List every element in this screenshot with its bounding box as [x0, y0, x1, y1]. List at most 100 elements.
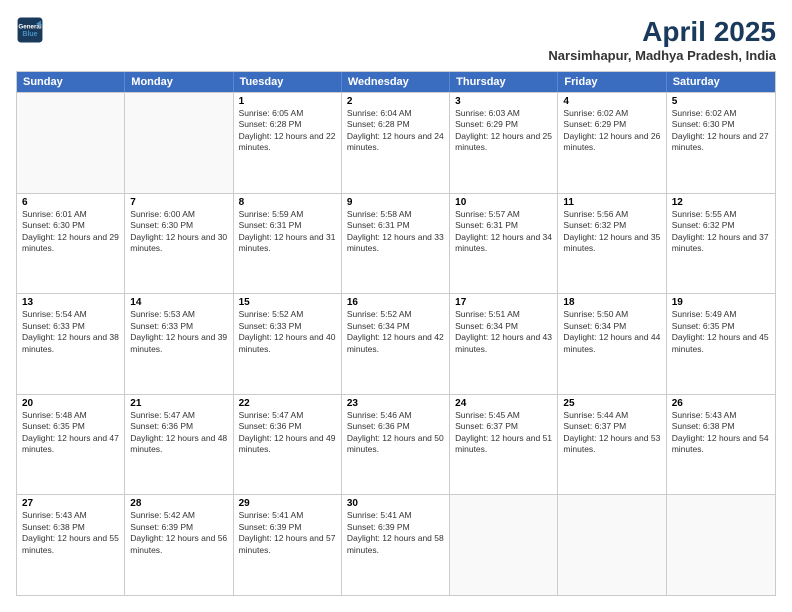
calendar-cell: 18Sunrise: 5:50 AMSunset: 6:34 PMDayligh… [558, 294, 666, 394]
cell-info: Sunset: 6:32 PM [672, 220, 770, 231]
cell-info: Sunrise: 5:43 AM [22, 510, 119, 521]
calendar-cell: 2Sunrise: 6:04 AMSunset: 6:28 PMDaylight… [342, 93, 450, 193]
calendar-cell: 7Sunrise: 6:00 AMSunset: 6:30 PMDaylight… [125, 194, 233, 294]
calendar-cell [125, 93, 233, 193]
calendar-cell: 28Sunrise: 5:42 AMSunset: 6:39 PMDayligh… [125, 495, 233, 595]
cell-info: Daylight: 12 hours and 35 minutes. [563, 232, 660, 255]
title-block: April 2025 Narsimhapur, Madhya Pradesh, … [548, 16, 776, 63]
calendar-cell: 21Sunrise: 5:47 AMSunset: 6:36 PMDayligh… [125, 395, 233, 495]
calendar-cell [667, 495, 775, 595]
cell-info: Sunrise: 5:52 AM [239, 309, 336, 320]
location: Narsimhapur, Madhya Pradesh, India [548, 48, 776, 63]
cell-info: Daylight: 12 hours and 24 minutes. [347, 131, 444, 154]
calendar-cell: 16Sunrise: 5:52 AMSunset: 6:34 PMDayligh… [342, 294, 450, 394]
cell-info: Daylight: 12 hours and 43 minutes. [455, 332, 552, 355]
calendar-cell: 22Sunrise: 5:47 AMSunset: 6:36 PMDayligh… [234, 395, 342, 495]
calendar-cell: 13Sunrise: 5:54 AMSunset: 6:33 PMDayligh… [17, 294, 125, 394]
calendar-week-2: 6Sunrise: 6:01 AMSunset: 6:30 PMDaylight… [17, 193, 775, 294]
calendar-cell: 8Sunrise: 5:59 AMSunset: 6:31 PMDaylight… [234, 194, 342, 294]
cell-info: Daylight: 12 hours and 45 minutes. [672, 332, 770, 355]
header: General Blue April 2025 Narsimhapur, Mad… [16, 16, 776, 63]
cell-info: Sunrise: 6:02 AM [563, 108, 660, 119]
calendar-cell: 10Sunrise: 5:57 AMSunset: 6:31 PMDayligh… [450, 194, 558, 294]
cell-info: Sunrise: 5:59 AM [239, 209, 336, 220]
day-number: 24 [455, 398, 552, 409]
cell-info: Daylight: 12 hours and 34 minutes. [455, 232, 552, 255]
day-number: 12 [672, 197, 770, 208]
cell-info: Sunset: 6:37 PM [563, 421, 660, 432]
cell-info: Sunset: 6:30 PM [672, 119, 770, 130]
calendar-week-1: 1Sunrise: 6:05 AMSunset: 6:28 PMDaylight… [17, 92, 775, 193]
cell-info: Sunset: 6:34 PM [455, 321, 552, 332]
cell-info: Sunrise: 5:47 AM [130, 410, 227, 421]
cell-info: Sunrise: 6:04 AM [347, 108, 444, 119]
cell-info: Daylight: 12 hours and 26 minutes. [563, 131, 660, 154]
cell-info: Daylight: 12 hours and 29 minutes. [22, 232, 119, 255]
cell-info: Sunrise: 5:51 AM [455, 309, 552, 320]
cell-info: Sunset: 6:34 PM [563, 321, 660, 332]
calendar-cell: 12Sunrise: 5:55 AMSunset: 6:32 PMDayligh… [667, 194, 775, 294]
day-number: 30 [347, 498, 444, 509]
day-number: 29 [239, 498, 336, 509]
calendar-cell: 1Sunrise: 6:05 AMSunset: 6:28 PMDaylight… [234, 93, 342, 193]
cell-info: Daylight: 12 hours and 30 minutes. [130, 232, 227, 255]
cell-info: Daylight: 12 hours and 53 minutes. [563, 433, 660, 456]
cell-info: Sunset: 6:31 PM [455, 220, 552, 231]
cell-info: Sunset: 6:38 PM [672, 421, 770, 432]
cell-info: Sunset: 6:31 PM [239, 220, 336, 231]
cell-info: Daylight: 12 hours and 25 minutes. [455, 131, 552, 154]
cell-info: Sunset: 6:37 PM [455, 421, 552, 432]
cell-info: Sunrise: 6:05 AM [239, 108, 336, 119]
cell-info: Sunset: 6:36 PM [130, 421, 227, 432]
calendar-cell: 23Sunrise: 5:46 AMSunset: 6:36 PMDayligh… [342, 395, 450, 495]
cell-info: Daylight: 12 hours and 50 minutes. [347, 433, 444, 456]
calendar-cell: 30Sunrise: 5:41 AMSunset: 6:39 PMDayligh… [342, 495, 450, 595]
calendar-cell: 4Sunrise: 6:02 AMSunset: 6:29 PMDaylight… [558, 93, 666, 193]
day-number: 15 [239, 297, 336, 308]
calendar-cell: 27Sunrise: 5:43 AMSunset: 6:38 PMDayligh… [17, 495, 125, 595]
calendar: SundayMondayTuesdayWednesdayThursdayFrid… [16, 71, 776, 596]
day-number: 23 [347, 398, 444, 409]
calendar-cell: 11Sunrise: 5:56 AMSunset: 6:32 PMDayligh… [558, 194, 666, 294]
cell-info: Sunrise: 5:43 AM [672, 410, 770, 421]
cell-info: Daylight: 12 hours and 27 minutes. [672, 131, 770, 154]
cell-info: Sunset: 6:30 PM [130, 220, 227, 231]
calendar-header-row: SundayMondayTuesdayWednesdayThursdayFrid… [17, 72, 775, 92]
cell-info: Sunset: 6:39 PM [239, 522, 336, 533]
cell-info: Sunrise: 5:47 AM [239, 410, 336, 421]
calendar-week-3: 13Sunrise: 5:54 AMSunset: 6:33 PMDayligh… [17, 293, 775, 394]
cell-info: Sunrise: 5:41 AM [347, 510, 444, 521]
cell-info: Sunset: 6:33 PM [22, 321, 119, 332]
cell-info: Daylight: 12 hours and 58 minutes. [347, 533, 444, 556]
cell-info: Sunrise: 5:57 AM [455, 209, 552, 220]
cell-info: Sunrise: 5:50 AM [563, 309, 660, 320]
logo-icon: General Blue [16, 16, 44, 44]
cell-info: Sunrise: 5:52 AM [347, 309, 444, 320]
day-number: 14 [130, 297, 227, 308]
cell-info: Sunset: 6:35 PM [672, 321, 770, 332]
day-number: 21 [130, 398, 227, 409]
cell-info: Sunrise: 5:46 AM [347, 410, 444, 421]
cell-info: Sunrise: 5:54 AM [22, 309, 119, 320]
cell-info: Sunrise: 6:00 AM [130, 209, 227, 220]
cell-info: Daylight: 12 hours and 37 minutes. [672, 232, 770, 255]
header-cell-sunday: Sunday [17, 72, 125, 92]
cell-info: Daylight: 12 hours and 55 minutes. [22, 533, 119, 556]
calendar-cell: 17Sunrise: 5:51 AMSunset: 6:34 PMDayligh… [450, 294, 558, 394]
day-number: 11 [563, 197, 660, 208]
calendar-week-5: 27Sunrise: 5:43 AMSunset: 6:38 PMDayligh… [17, 494, 775, 595]
day-number: 1 [239, 96, 336, 107]
cell-info: Daylight: 12 hours and 44 minutes. [563, 332, 660, 355]
cell-info: Daylight: 12 hours and 49 minutes. [239, 433, 336, 456]
day-number: 18 [563, 297, 660, 308]
header-cell-tuesday: Tuesday [234, 72, 342, 92]
calendar-cell: 15Sunrise: 5:52 AMSunset: 6:33 PMDayligh… [234, 294, 342, 394]
calendar-cell: 24Sunrise: 5:45 AMSunset: 6:37 PMDayligh… [450, 395, 558, 495]
cell-info: Daylight: 12 hours and 57 minutes. [239, 533, 336, 556]
calendar-cell [17, 93, 125, 193]
cell-info: Sunset: 6:35 PM [22, 421, 119, 432]
cell-info: Sunrise: 5:48 AM [22, 410, 119, 421]
cell-info: Sunrise: 5:44 AM [563, 410, 660, 421]
day-number: 6 [22, 197, 119, 208]
cell-info: Sunset: 6:33 PM [130, 321, 227, 332]
